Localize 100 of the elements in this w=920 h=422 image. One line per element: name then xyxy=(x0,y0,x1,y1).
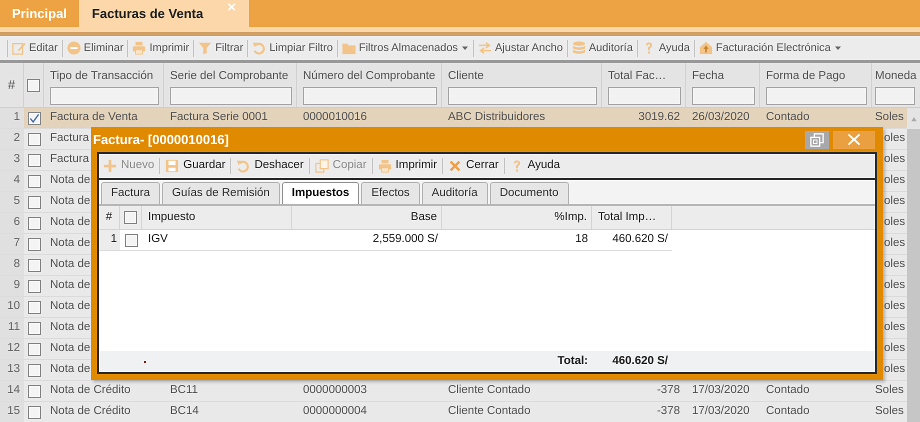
table-cell-text: 3019.62 xyxy=(638,110,680,126)
checkbox[interactable] xyxy=(124,211,137,224)
scrollbar[interactable] xyxy=(907,108,920,422)
row-number: 6 xyxy=(0,213,24,233)
table-cell-text: 18 xyxy=(575,232,588,248)
column-header[interactable]: Serie del Comprobante xyxy=(170,69,292,84)
database-icon xyxy=(572,41,586,55)
column-header[interactable]: Total Imp… xyxy=(598,208,656,226)
filter-field[interactable] xyxy=(448,87,597,105)
toolbar-button[interactable]: Ayuda xyxy=(640,37,691,59)
column-header[interactable]: Fecha xyxy=(692,69,755,84)
checkbox[interactable] xyxy=(28,154,40,166)
table-cell-text: Nota de Crédito xyxy=(50,383,131,398)
row-number: 1 xyxy=(99,230,120,251)
close-button[interactable] xyxy=(833,130,875,148)
toolbar-button[interactable]: Ayuda xyxy=(508,155,562,177)
checkbox[interactable] xyxy=(124,234,138,246)
table-cell-text: oles xyxy=(884,236,906,252)
table-cell-text: Nota de xyxy=(50,362,90,378)
table-cell-text: oles xyxy=(884,215,906,230)
table-cell-text: 17/03/2020 xyxy=(692,404,750,420)
row-number: 9 xyxy=(0,276,24,296)
filter-field[interactable] xyxy=(170,87,292,105)
toolbar-button[interactable]: Limpiar Filtro xyxy=(251,37,334,59)
checkbox[interactable] xyxy=(28,342,40,356)
toolbar-button[interactable]: Deshacer xyxy=(234,155,306,177)
table-cell-text: Nota de xyxy=(50,257,90,272)
column-header[interactable]: Total Fac… xyxy=(608,69,681,84)
column-header: # xyxy=(99,206,120,229)
close-icon xyxy=(847,133,861,146)
toolbar-button[interactable]: Guardar xyxy=(163,155,228,177)
minus-circle-icon xyxy=(66,41,81,55)
undo-icon xyxy=(236,159,250,173)
checkbox[interactable] xyxy=(28,280,40,292)
checkbox[interactable] xyxy=(28,132,40,146)
column-header[interactable]: %Imp. xyxy=(554,208,587,226)
toolbar-button[interactable]: Imprimir xyxy=(376,155,440,177)
column-header[interactable]: Moneda xyxy=(875,69,920,84)
table-cell-text: Contado xyxy=(766,383,810,398)
column-header[interactable]: Impuesto xyxy=(148,208,196,226)
row-number: 5 xyxy=(0,192,24,212)
tab[interactable]: Facturas de Venta × xyxy=(78,0,249,27)
table-cell-text: 26/03/2020 xyxy=(692,110,750,126)
column-header[interactable]: Tipo de Transacción xyxy=(50,69,159,84)
checkbox[interactable] xyxy=(28,196,40,208)
table-cell-text: Nota de xyxy=(50,320,90,336)
table-cell-text: oles xyxy=(884,278,906,294)
table-cell-text: oles xyxy=(884,131,906,146)
checkbox[interactable] xyxy=(28,112,40,124)
column-header[interactable]: Forma de Pago xyxy=(766,69,867,84)
table-cell-text: oles xyxy=(884,299,906,314)
toolbar-button[interactable]: Imprimir xyxy=(131,37,190,59)
restore-button[interactable] xyxy=(805,130,829,148)
checkbox[interactable] xyxy=(28,238,40,250)
toolbar-button[interactable]: Filtrar xyxy=(197,37,244,59)
filter-field[interactable] xyxy=(303,87,437,105)
toolbar-button[interactable]: Facturación Electrónica xyxy=(698,37,843,59)
table-cell-text: Nota de xyxy=(50,299,90,314)
table-cell-text: 0000000003 xyxy=(303,383,367,398)
checkbox[interactable] xyxy=(27,78,40,92)
table-cell-text: Factura de Venta xyxy=(50,110,138,126)
checkbox[interactable] xyxy=(28,322,40,334)
toolbar-button[interactable]: Cerrar xyxy=(446,155,501,177)
toolbar-button[interactable]: Editar xyxy=(11,37,59,59)
folder-icon xyxy=(342,41,356,55)
table-cell-text: Nota de xyxy=(50,278,90,294)
tab[interactable]: Factura xyxy=(101,182,160,204)
toolbar-button[interactable]: Auditoría xyxy=(570,37,634,59)
table-cell-text: Soles xyxy=(875,110,904,126)
checkbox[interactable] xyxy=(28,216,40,230)
filter-field[interactable] xyxy=(608,87,681,105)
tab[interactable]: Guías de Remisión xyxy=(162,182,280,204)
filter-field[interactable] xyxy=(766,87,867,105)
table-cell-text: 2,559.000 S/ xyxy=(372,232,438,248)
total-label: Total: xyxy=(558,354,588,369)
toolbar-button[interactable]: Eliminar xyxy=(66,37,124,59)
checkbox[interactable] xyxy=(28,300,40,314)
table-cell-text: oles xyxy=(884,194,906,210)
table-row[interactable]: 14 Nota de Crédito BC11 0000000003 Cliente Contado -378 17/03/2020 Contado Soles xyxy=(0,381,907,402)
checkbox[interactable] xyxy=(28,406,40,418)
checkbox[interactable] xyxy=(28,174,40,188)
table-cell-text: oles xyxy=(884,320,906,336)
column-header[interactable]: Cliente xyxy=(448,69,597,84)
column-header[interactable]: Número del Comprobante xyxy=(303,69,437,84)
checkbox[interactable] xyxy=(28,364,40,376)
row-number: 3 xyxy=(0,150,24,170)
checkbox[interactable] xyxy=(28,258,40,272)
toolbar-button[interactable]: Filtros Almacenados xyxy=(340,37,470,59)
marker-icon xyxy=(144,360,146,362)
table-row[interactable]: 1 Factura de Venta Factura Serie 0001 0000010016 ABC Distribuidores 3019.62 26/03/2020 Contado Soles xyxy=(0,108,907,129)
column-header[interactable]: Base xyxy=(410,208,437,226)
tab[interactable]: Impuestos xyxy=(282,182,360,204)
filter-field[interactable] xyxy=(50,87,159,105)
tab[interactable]: Documento xyxy=(490,182,569,204)
filter-field[interactable] xyxy=(875,87,915,105)
tab[interactable]: Auditoría xyxy=(422,182,488,204)
checkbox[interactable] xyxy=(28,384,40,398)
tab[interactable]: Efectos xyxy=(361,182,420,204)
filter-field[interactable] xyxy=(692,87,755,105)
toolbar-button[interactable]: Ajustar Ancho xyxy=(476,37,564,59)
